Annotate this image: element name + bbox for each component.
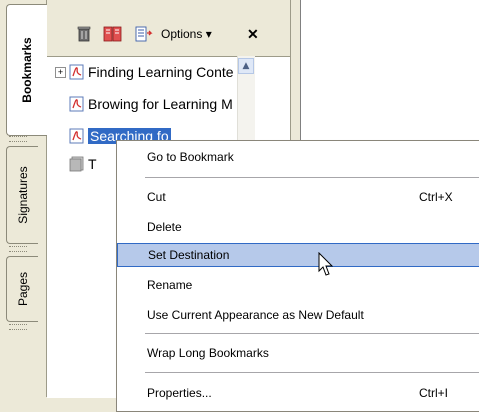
tab-signatures[interactable]: Signatures: [6, 146, 38, 244]
expand-bookmark-button[interactable]: [135, 24, 153, 44]
context-menu: Go to Bookmark Cut Ctrl+X Delete Set Des…: [116, 140, 479, 412]
trash-icon: [77, 26, 91, 42]
close-icon: ✕: [247, 25, 259, 42]
options-label: Options ▾: [161, 27, 212, 41]
menu-separator: [145, 372, 479, 373]
pdf-bookmark-icon: [69, 128, 84, 144]
menu-item-properties[interactable]: Properties... Ctrl+I: [117, 381, 479, 405]
menu-item-label: Wrap Long Bookmarks: [147, 346, 269, 360]
tab-pages-label: Pages: [15, 271, 30, 307]
tab-bookmarks-label: Bookmarks: [20, 37, 34, 103]
menu-item-label: Set Destination: [148, 248, 230, 262]
menu-shortcut: Ctrl+I: [419, 386, 449, 400]
bookmark-label: Finding Learning Conte: [88, 64, 234, 80]
menu-item-delete[interactable]: Delete: [117, 215, 479, 239]
bookmark-item[interactable]: Browing for Learning M: [55, 93, 233, 115]
menu-item-label: Delete: [147, 220, 182, 234]
menu-item-label: Properties...: [147, 386, 212, 400]
tab-pages[interactable]: Pages: [6, 256, 38, 322]
menu-item-label: Use Current Appearance as New Default: [147, 308, 364, 322]
menu-item-rename[interactable]: Rename: [117, 273, 479, 297]
new-bookmark-icon: [103, 26, 122, 42]
menu-shortcut: Ctrl+X: [419, 190, 453, 204]
delete-bookmark-button[interactable]: [77, 24, 91, 44]
tab-bookmarks[interactable]: Bookmarks: [6, 4, 47, 136]
bookmark-item[interactable]: T: [55, 153, 97, 175]
expand-bookmark-icon: [135, 26, 153, 42]
bookmarks-toolbar: Options ▾ ✕: [47, 0, 291, 56]
menu-item-cut[interactable]: Cut Ctrl+X: [117, 185, 479, 209]
bookmark-label: Browing for Learning M: [88, 96, 233, 112]
expand-plus-icon[interactable]: +: [55, 66, 66, 78]
scroll-up-arrow-icon[interactable]: ▲: [238, 58, 254, 74]
menu-item-use-current-appearance[interactable]: Use Current Appearance as New Default: [117, 303, 479, 327]
menu-item-set-destination[interactable]: Set Destination: [117, 243, 479, 267]
bookmark-label: T: [88, 156, 97, 172]
menu-item-wrap-long-bookmarks[interactable]: Wrap Long Bookmarks: [117, 341, 479, 365]
tab-grip: [9, 324, 27, 330]
page-bookmark-icon: [69, 156, 84, 172]
bookmark-item[interactable]: + Finding Learning Conte: [55, 61, 234, 83]
pdf-bookmark-icon: [69, 64, 84, 80]
menu-item-go-to-bookmark[interactable]: Go to Bookmark: [117, 145, 479, 169]
menu-separator: [145, 177, 479, 178]
pdf-bookmark-icon: [69, 96, 84, 112]
close-panel-button[interactable]: ✕: [247, 24, 259, 44]
tab-signatures-label: Signatures: [15, 166, 30, 224]
menu-item-label: Cut: [147, 190, 166, 204]
navigation-tab-strip: Bookmarks Signatures Pages: [0, 0, 47, 397]
options-menu-button[interactable]: Options ▾: [161, 24, 212, 44]
new-bookmark-button[interactable]: [103, 24, 123, 44]
tab-grip: [9, 136, 27, 142]
menu-separator: [145, 333, 479, 334]
tab-grip: [9, 246, 27, 252]
menu-item-label: Go to Bookmark: [147, 150, 234, 164]
mouse-pointer-icon: [318, 252, 334, 276]
menu-item-label: Rename: [147, 278, 193, 292]
